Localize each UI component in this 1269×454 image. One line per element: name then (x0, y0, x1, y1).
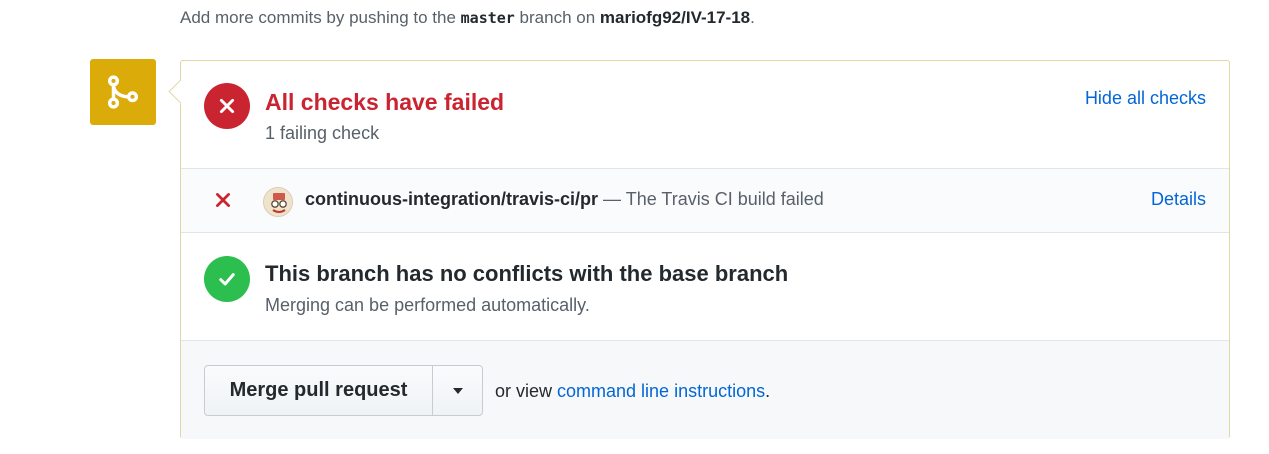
branch-name: master (460, 9, 515, 27)
conflicts-title: This branch has no conflicts with the ba… (265, 261, 789, 286)
push-hint-suffix: . (750, 8, 755, 27)
push-hint-middle: branch on (514, 8, 600, 27)
x-icon (214, 191, 232, 213)
merge-method-dropdown[interactable] (433, 366, 482, 415)
x-icon (204, 83, 250, 129)
check-row: continuous-integration/travis-ci/pr — Th… (181, 169, 1229, 233)
command-line-instructions-link[interactable]: command line instructions (557, 381, 765, 401)
merge-status-box: All checks have failed 1 failing check H… (180, 60, 1230, 439)
repo-name: mariofg92/IV-17-18 (599, 8, 751, 27)
hide-all-checks-link[interactable]: Hide all checks (1085, 88, 1206, 109)
check-status-text: — The Travis CI build failed (598, 189, 824, 209)
check-icon (204, 256, 250, 302)
command-line-suffix: . (765, 381, 771, 401)
push-hint-prefix: Add more commits by pushing to the (180, 8, 461, 27)
check-context: continuous-integration/travis-ci/pr (305, 189, 599, 209)
check-details-link[interactable]: Details (1151, 189, 1206, 210)
check-description: continuous-integration/travis-ci/pr — Th… (305, 189, 824, 210)
command-line-prefix: or view (495, 381, 558, 401)
checks-status-title: All checks have failed (265, 89, 505, 115)
merge-button-group: Merge pull request (204, 365, 483, 416)
merge-pull-request-button[interactable]: Merge pull request (205, 366, 433, 415)
git-merge-icon (90, 59, 156, 125)
command-line-hint: or view command line instructions. (495, 381, 770, 402)
merge-actions: Merge pull request or view command line … (181, 341, 1229, 439)
push-hint: Add more commits by pushing to the maste… (180, 8, 755, 28)
conflicts-subtitle: Merging can be performed automatically. (265, 295, 590, 315)
travis-ci-avatar (263, 187, 293, 217)
checks-summary: All checks have failed 1 failing check H… (181, 61, 1229, 169)
checks-status-subtitle: 1 failing check (265, 123, 380, 143)
triangle-down-icon (452, 383, 464, 398)
conflicts-section: This branch has no conflicts with the ba… (181, 233, 1229, 341)
